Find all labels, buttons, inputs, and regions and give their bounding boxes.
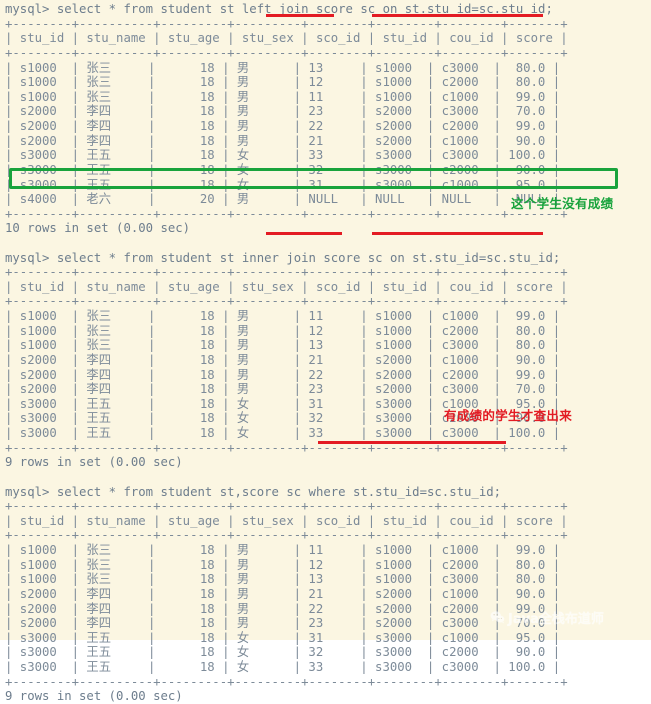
table-row: | s2000 | 李四 | 18 | 男 | 22 | s2000 | c20…: [5, 601, 561, 616]
table-row: | s3000 | 王五 | 18 | 女 | 31 | s3000 | c10…: [5, 177, 561, 192]
prompt-line-left-join: mysql> select * from student st left joi…: [5, 2, 553, 16]
table-row: | s2000 | 李四 | 18 | 男 | 23 | s2000 | c30…: [5, 616, 561, 631]
result-status-2: 9 rows in set (0.00 sec): [5, 455, 183, 470]
table-row: | s3000 | 王五 | 18 | 女 | 33 | s3000 | c30…: [5, 426, 561, 441]
result-status-3: 9 rows in set (0.00 sec): [5, 689, 183, 704]
table-row: | s2000 | 李四 | 18 | 男 | 22 | s2000 | c20…: [5, 367, 561, 382]
table-row: | s1000 | 张三 | 18 | 男 | 13 | s1000 | c30…: [5, 572, 561, 587]
table-row: | s2000 | 李四 | 18 | 男 | 21 | s2000 | c10…: [5, 586, 561, 601]
table-row: | s3000 | 王五 | 18 | 女 | 32 | s3000 | c20…: [5, 411, 561, 426]
table-separator-mid-3: +--------+----------+---------+---------…: [5, 528, 568, 543]
table-separator-bottom-3: +--------+----------+---------+---------…: [5, 674, 568, 689]
table-separator-top-3: +--------+----------+---------+---------…: [5, 499, 568, 514]
table-row: | s3000 | 王五 | 18 | 女 | 31 | s3000 | c10…: [5, 630, 561, 645]
table-header-2: | stu_id | stu_name | stu_age | stu_sex …: [5, 279, 568, 294]
table-row: | s2000 | 李四 | 18 | 男 | 22 | s2000 | c20…: [5, 119, 561, 133]
table-row: | s3000 | 王五 | 18 | 女 | 33 | s3000 | c30…: [5, 148, 561, 163]
table-row: | s1000 | 张三 | 18 | 男 | 12 | s1000 | c20…: [5, 323, 561, 338]
table-row: | s1000 | 张三 | 18 | 男 | 13 | s1000 | c30…: [5, 60, 561, 75]
table-row: | s1000 | 张三 | 18 | 男 | 11 | s1000 | c10…: [5, 543, 561, 558]
table-separator-bottom-2: +--------+----------+---------+---------…: [5, 440, 568, 455]
table-separator-top-1: +--------+----------+---------+---------…: [5, 16, 568, 31]
table-row: | s1000 | 张三 | 18 | 男 | 13 | s1000 | c30…: [5, 338, 561, 353]
prompt-line-where-join: mysql> select * from student st,score sc…: [5, 484, 502, 499]
console-output: mysql> select * from student st left joi…: [0, 0, 651, 704]
table-separator-top-2: +--------+----------+---------+---------…: [5, 265, 568, 280]
table-row: | s2000 | 李四 | 18 | 男 | 23 | s2000 | c30…: [5, 104, 561, 119]
result-status-1: 10 rows in set (0.00 sec): [5, 221, 191, 236]
table-header-1: | stu_id | stu_name | stu_age | stu_sex …: [5, 31, 568, 46]
table-row: | s2000 | 李四 | 18 | 男 | 21 | s2000 | c10…: [5, 133, 561, 148]
table-row: | s1000 | 张三 | 18 | 男 | 12 | s1000 | c20…: [5, 75, 561, 90]
blank-line: [2, 236, 651, 251]
table-separator-bottom-1: +--------+----------+---------+---------…: [5, 206, 568, 221]
table-separator-mid-2: +--------+----------+---------+---------…: [5, 294, 568, 309]
table-row-highlighted: | s4000 | 老六 | 20 | 男 | NULL | NULL | NU…: [5, 192, 561, 207]
table-row: | s3000 | 王五 | 18 | 女 | 33 | s3000 | c30…: [5, 660, 561, 675]
table-row: | s3000 | 王五 | 18 | 女 | 32 | s3000 | c20…: [5, 162, 561, 177]
table-row: | s1000 | 张三 | 18 | 男 | 11 | s1000 | c10…: [5, 89, 561, 104]
table-row: | s3000 | 王五 | 18 | 女 | 31 | s3000 | c10…: [5, 396, 561, 411]
prompt-line-inner-join: mysql> select * from student st inner jo…: [5, 250, 561, 265]
table-row: | s1000 | 张三 | 18 | 男 | 12 | s1000 | c20…: [5, 557, 561, 572]
mysql-terminal-window: mysql> select * from student st left joi…: [0, 0, 651, 703]
table-header-3: | stu_id | stu_name | stu_age | stu_sex …: [5, 513, 568, 528]
table-row: | s2000 | 李四 | 18 | 男 | 21 | s2000 | c10…: [5, 352, 561, 367]
table-row: | s1000 | 张三 | 18 | 男 | 11 | s1000 | c10…: [5, 309, 561, 324]
blank-line: [2, 470, 651, 485]
table-row: | s3000 | 王五 | 18 | 女 | 32 | s3000 | c20…: [5, 645, 561, 660]
table-separator-mid-1: +--------+----------+---------+---------…: [5, 45, 568, 60]
table-row: | s2000 | 李四 | 18 | 男 | 23 | s2000 | c30…: [5, 382, 561, 397]
